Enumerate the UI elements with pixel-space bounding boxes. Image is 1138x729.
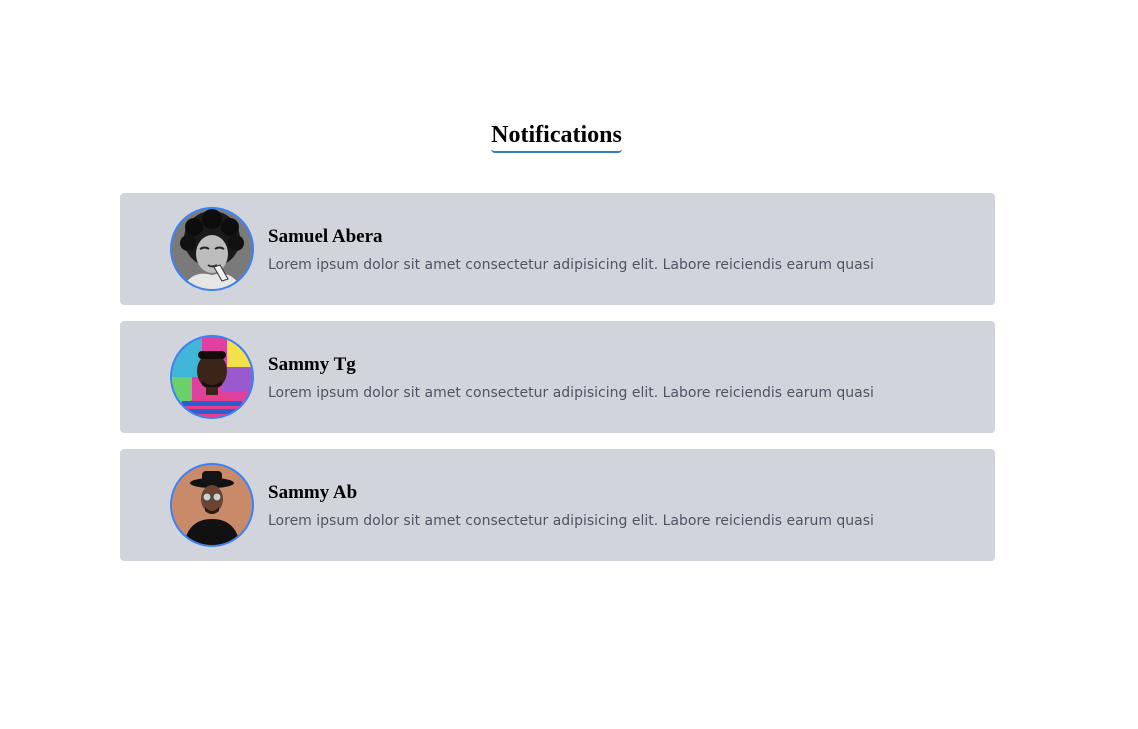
- page-header: Notifications: [0, 120, 1113, 153]
- avatar-photo-curly-hair-bw: [172, 209, 252, 289]
- avatar[interactable]: [170, 463, 254, 547]
- avatar-photo-colorful-background: [172, 337, 252, 417]
- notification-message: Lorem ipsum dolor sit amet consectetur a…: [268, 385, 874, 401]
- notification-message: Lorem ipsum dolor sit amet consectetur a…: [268, 257, 874, 273]
- avatar-photo-hat-sunglasses: [172, 465, 252, 545]
- avatar[interactable]: [170, 335, 254, 419]
- notification-message: Lorem ipsum dolor sit amet consectetur a…: [268, 513, 874, 529]
- notification-item[interactable]: Sammy Tg Lorem ipsum dolor sit amet cons…: [120, 321, 995, 433]
- notification-sender-name: Samuel Abera: [268, 226, 383, 247]
- notification-sender-name: Sammy Tg: [268, 354, 356, 375]
- notification-list: Samuel Abera Lorem ipsum dolor sit amet …: [120, 193, 995, 577]
- avatar[interactable]: [170, 207, 254, 291]
- notification-item[interactable]: Sammy Ab Lorem ipsum dolor sit amet cons…: [120, 449, 995, 561]
- page-title: Notifications: [491, 120, 622, 153]
- notification-item[interactable]: Samuel Abera Lorem ipsum dolor sit amet …: [120, 193, 995, 305]
- notification-sender-name: Sammy Ab: [268, 482, 358, 503]
